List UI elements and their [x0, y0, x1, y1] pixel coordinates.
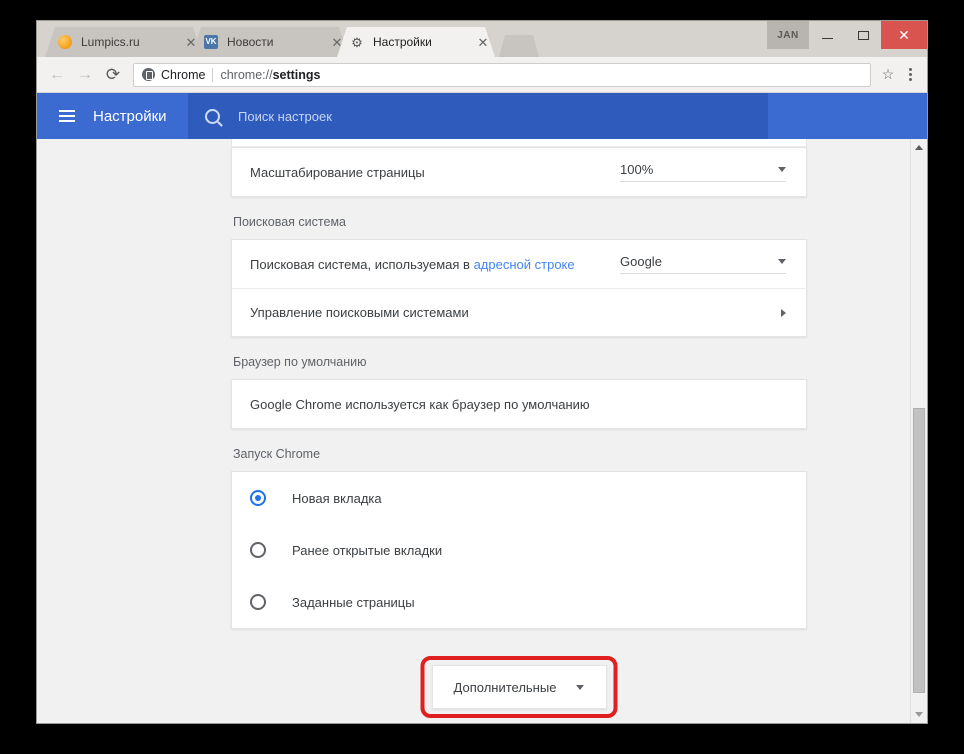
omnibox-divider	[212, 67, 214, 82]
omnibox-url-prefix: chrome://	[220, 67, 273, 82]
vk-icon: VK	[203, 34, 219, 50]
scrollbar-thumb[interactable]	[913, 408, 925, 693]
page-zoom-row[interactable]: Масштабирование страницы 100%	[232, 148, 806, 196]
settings-header-filler	[768, 93, 927, 139]
chevron-down-icon	[778, 167, 786, 172]
address-bar-link[interactable]: адресной строке	[474, 257, 575, 272]
address-bar[interactable]: Chrome chrome://settings	[133, 62, 871, 87]
settings-header: Настройки Поиск настроек	[37, 93, 927, 139]
chevron-right-icon	[781, 308, 786, 317]
settings-page-body: Масштабирование страницы 100% Поисковая …	[37, 139, 927, 723]
page-zoom-select[interactable]: 100%	[620, 162, 786, 182]
hamburger-icon[interactable]	[59, 110, 75, 122]
browser-toolbar: ← → ⟳ Chrome chrome://settings ☆	[37, 57, 927, 93]
startup-option-specific-pages[interactable]: Заданные страницы	[232, 576, 806, 628]
advanced-expand-button[interactable]: Дополнительные	[431, 665, 607, 709]
omnibox-url: chrome://settings	[220, 68, 320, 82]
startup-option-label: Заданные страницы	[292, 594, 415, 610]
search-settings-input[interactable]: Поиск настроек	[188, 93, 768, 139]
chevron-down-icon	[576, 684, 585, 690]
startup-section-label: Запуск Chrome	[233, 447, 321, 461]
close-icon[interactable]: ✕	[475, 34, 491, 50]
bookmark-star-icon[interactable]: ☆	[877, 64, 899, 86]
window-controls: JAN ✕	[767, 21, 927, 49]
scroll-up-arrow-icon[interactable]	[911, 139, 927, 156]
omnibox-scheme-label: Chrome	[161, 67, 206, 82]
close-window-button[interactable]: ✕	[881, 21, 927, 49]
startup-option-continue[interactable]: Ранее открытые вкладки	[232, 524, 806, 576]
default-browser-card: Google Chrome используется как браузер п…	[231, 379, 807, 429]
tab-title: Lumpics.ru	[81, 35, 140, 49]
three-dots-icon[interactable]	[899, 63, 921, 87]
new-tab-button[interactable]	[499, 35, 539, 57]
scrollbar-track[interactable]	[911, 156, 927, 706]
manage-search-engines-row[interactable]: Управление поисковыми системами	[232, 288, 806, 336]
startup-card: Новая вкладка Ранее открытые вкладки Зад…	[231, 471, 807, 629]
search-engine-label-text: Поисковая система, используемая в	[250, 256, 474, 272]
search-engine-card: Поисковая система, используемая в адресн…	[231, 239, 807, 337]
startup-option-label: Ранее открытые вкладки	[292, 542, 443, 558]
browser-tab-lumpics[interactable]: Lumpics.ru ✕	[45, 27, 203, 57]
startup-option-new-tab[interactable]: Новая вкладка	[232, 472, 806, 524]
page-zoom-label: Масштабирование страницы	[250, 164, 425, 180]
default-browser-section-label: Браузер по умолчанию	[233, 355, 367, 369]
manage-search-engines-label: Управление поисковыми системами	[250, 305, 469, 320]
vertical-scrollbar[interactable]	[910, 139, 927, 723]
search-engine-select[interactable]: Google	[620, 254, 786, 274]
search-engine-section-label: Поисковая система	[233, 215, 346, 229]
chevron-down-icon	[778, 259, 786, 264]
settings-content: Масштабирование страницы 100% Поисковая …	[231, 139, 807, 718]
settings-scroll-area: Масштабирование страницы 100% Поисковая …	[37, 139, 910, 723]
page-zoom-value: 100%	[620, 162, 654, 177]
tab-strip: Lumpics.ru ✕ VK Новости ✕ ⚙ Настройки ✕ …	[37, 21, 927, 57]
search-engine-label: Поисковая система, используемая в адресн…	[250, 257, 620, 272]
advanced-section-wrapper: Дополнительные	[231, 656, 807, 718]
browser-tab-settings[interactable]: ⚙ Настройки ✕	[337, 27, 495, 57]
scroll-down-arrow-icon[interactable]	[911, 706, 927, 723]
default-browser-status-row: Google Chrome используется как браузер п…	[232, 380, 806, 428]
browser-window: Lumpics.ru ✕ VK Новости ✕ ⚙ Настройки ✕ …	[36, 20, 928, 724]
browser-tab-novosti[interactable]: VK Новости ✕	[191, 27, 349, 57]
search-engine-row[interactable]: Поисковая система, используемая в адресн…	[232, 240, 806, 288]
search-placeholder: Поиск настроек	[238, 108, 332, 124]
gear-icon: ⚙	[351, 34, 363, 50]
orange-circle-icon	[57, 34, 73, 50]
default-browser-status-text: Google Chrome используется как браузер п…	[250, 396, 590, 412]
radio-button[interactable]	[250, 542, 266, 558]
startup-option-label: Новая вкладка	[292, 490, 382, 506]
search-engine-value: Google	[620, 254, 662, 269]
search-icon	[205, 108, 220, 124]
advanced-label: Дополнительные	[453, 679, 557, 695]
profile-badge[interactable]: JAN	[767, 21, 809, 49]
radio-button[interactable]	[250, 594, 266, 610]
forward-arrow-icon[interactable]: →	[71, 61, 99, 89]
tab-title: Новости	[227, 35, 274, 49]
omnibox-url-path: settings	[272, 67, 321, 82]
page-title: Настройки	[93, 107, 167, 125]
card-sliver-top	[231, 139, 807, 147]
appearance-card: Масштабирование страницы 100%	[231, 147, 807, 197]
settings-header-left: Настройки	[37, 93, 188, 139]
maximize-button[interactable]	[845, 21, 881, 49]
minimize-button[interactable]	[809, 21, 845, 49]
back-arrow-icon[interactable]: ←	[43, 61, 71, 89]
reload-icon[interactable]: ⟳	[99, 61, 127, 89]
tab-title: Настройки	[373, 35, 432, 49]
radio-button[interactable]	[250, 490, 266, 506]
chrome-shield-icon	[142, 68, 155, 81]
